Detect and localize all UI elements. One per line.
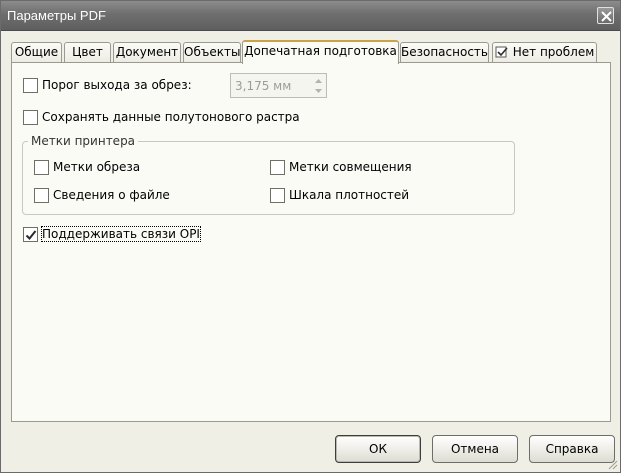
cancel-button[interactable]: Отмена xyxy=(432,435,518,463)
ok-button[interactable]: ОК xyxy=(335,435,421,463)
registration-marks-checkbox[interactable] xyxy=(270,160,285,175)
help-button[interactable]: Справка xyxy=(529,435,615,463)
crop-marks-checkbox[interactable] xyxy=(34,160,49,175)
opi-label: Поддерживать связи OPI xyxy=(41,226,201,242)
bleed-label: Порог выхода за обрез: xyxy=(42,78,192,92)
bleed-checkbox-row[interactable]: Порог выхода за обрез: xyxy=(23,77,213,95)
bleed-limit-field[interactable]: 3,175 мм xyxy=(230,73,327,98)
file-info-row[interactable]: Сведения о файле xyxy=(34,187,174,205)
title-bar[interactable]: Параметры PDF xyxy=(1,1,620,31)
close-button[interactable] xyxy=(597,7,614,24)
density-scale-label: Шкала плотностей xyxy=(289,188,410,202)
opi-checkbox[interactable] xyxy=(23,227,38,242)
opi-checkbox-row[interactable]: Поддерживать связи OPI xyxy=(23,226,203,244)
crop-marks-label: Метки обреза xyxy=(53,160,141,174)
crop-marks-row[interactable]: Метки обреза xyxy=(34,159,154,177)
halftone-checkbox-row[interactable]: Сохранять данные полутонового растра xyxy=(23,109,303,127)
tab-no-problems-label: Нет проблем xyxy=(512,45,595,59)
density-scale-row[interactable]: Шкала плотностей xyxy=(270,187,410,205)
printer-marks-group: Метки принтера Метки обреза Метки совмещ… xyxy=(22,134,515,215)
tab-general[interactable]: Общие xyxy=(11,42,62,63)
registration-marks-row[interactable]: Метки совмещения xyxy=(270,159,412,177)
printer-marks-title: Метки принтера xyxy=(28,134,139,148)
tab-prepress[interactable]: Допечатная подготовка xyxy=(242,40,399,64)
tab-no-problems[interactable]: Нет проблем xyxy=(492,42,597,63)
close-icon xyxy=(601,11,612,22)
tab-color[interactable]: Цвет xyxy=(64,42,111,63)
file-info-checkbox[interactable] xyxy=(34,188,49,203)
tab-objects[interactable]: Объекты xyxy=(183,42,241,63)
file-info-label: Сведения о файле xyxy=(53,188,170,202)
resize-grip-icon[interactable] xyxy=(606,458,618,470)
density-scale-checkbox[interactable] xyxy=(270,188,285,203)
spin-arrows-icon xyxy=(315,79,322,93)
tab-security[interactable]: Безопасность xyxy=(400,42,489,63)
tab-document[interactable]: Документ xyxy=(113,42,181,63)
halftone-label: Сохранять данные полутонового растра xyxy=(42,110,300,124)
bleed-checkbox[interactable] xyxy=(23,78,38,93)
halftone-checkbox[interactable] xyxy=(23,110,38,125)
window-title: Параметры PDF xyxy=(7,8,106,23)
prepress-panel: Порог выхода за обрез: 3,175 мм Сохранят… xyxy=(11,62,611,422)
registration-marks-label: Метки совмещения xyxy=(289,160,412,174)
bleed-limit-value: 3,175 мм xyxy=(235,79,292,93)
spin-buttons[interactable] xyxy=(314,77,323,95)
checkmark-icon xyxy=(25,230,37,240)
pdf-settings-dialog: Параметры PDF Общие Цвет Документ Объект… xyxy=(0,0,621,473)
